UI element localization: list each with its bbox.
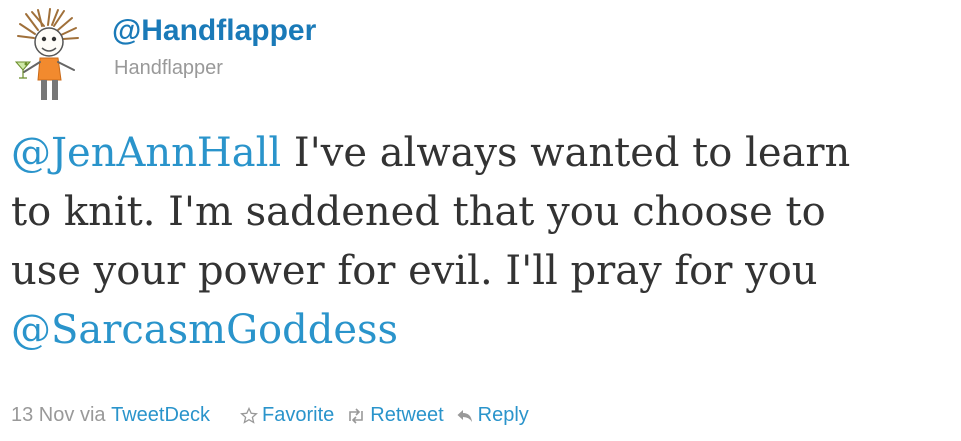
tweet-meta: 13 Nov via TweetDeck Favorite Retweet Re… — [11, 404, 529, 427]
tweet-line: @SarcasmGoddess — [11, 301, 956, 360]
tweet-line: @JenAnnHall I've always wanted to learn — [11, 124, 956, 183]
tweet-text-segment: I've always wanted to learn — [281, 130, 851, 176]
user-full-name: Handflapper — [114, 57, 223, 79]
reply-arrow-icon — [457, 409, 472, 422]
tweet-date[interactable]: 13 Nov — [11, 404, 74, 427]
tweet-line: to knit. I'm saddened that you choose to — [11, 183, 956, 242]
tweet-line: use your power for evil. I'll pray for y… — [11, 242, 956, 301]
user-screen-name-link[interactable]: @Handflapper — [112, 14, 316, 48]
tweet-text-segment: to knit. I'm saddened that you choose to — [11, 189, 826, 235]
source-link[interactable]: TweetDeck — [111, 404, 210, 427]
mention-link[interactable]: @JenAnnHall — [11, 130, 281, 176]
tweet-text: @JenAnnHall I've always wanted to learn t… — [11, 124, 956, 360]
retweet-button[interactable]: Retweet — [346, 404, 444, 427]
via-label: via — [79, 404, 106, 426]
reply-label: Reply — [477, 404, 529, 426]
retweet-label: Retweet — [370, 404, 444, 426]
favorite-label: Favorite — [262, 404, 335, 426]
reply-button[interactable]: Reply — [456, 404, 529, 427]
favorite-button[interactable]: Favorite — [240, 404, 334, 427]
tweet-text-segment: use your power for evil. I'll pray for y… — [11, 248, 818, 294]
mention-link[interactable]: @SarcasmGoddess — [11, 307, 398, 353]
retweet-icon — [349, 407, 364, 424]
avatar[interactable] — [8, 8, 94, 104]
stick-figure-avatar-icon — [14, 8, 79, 100]
star-icon — [240, 406, 258, 424]
